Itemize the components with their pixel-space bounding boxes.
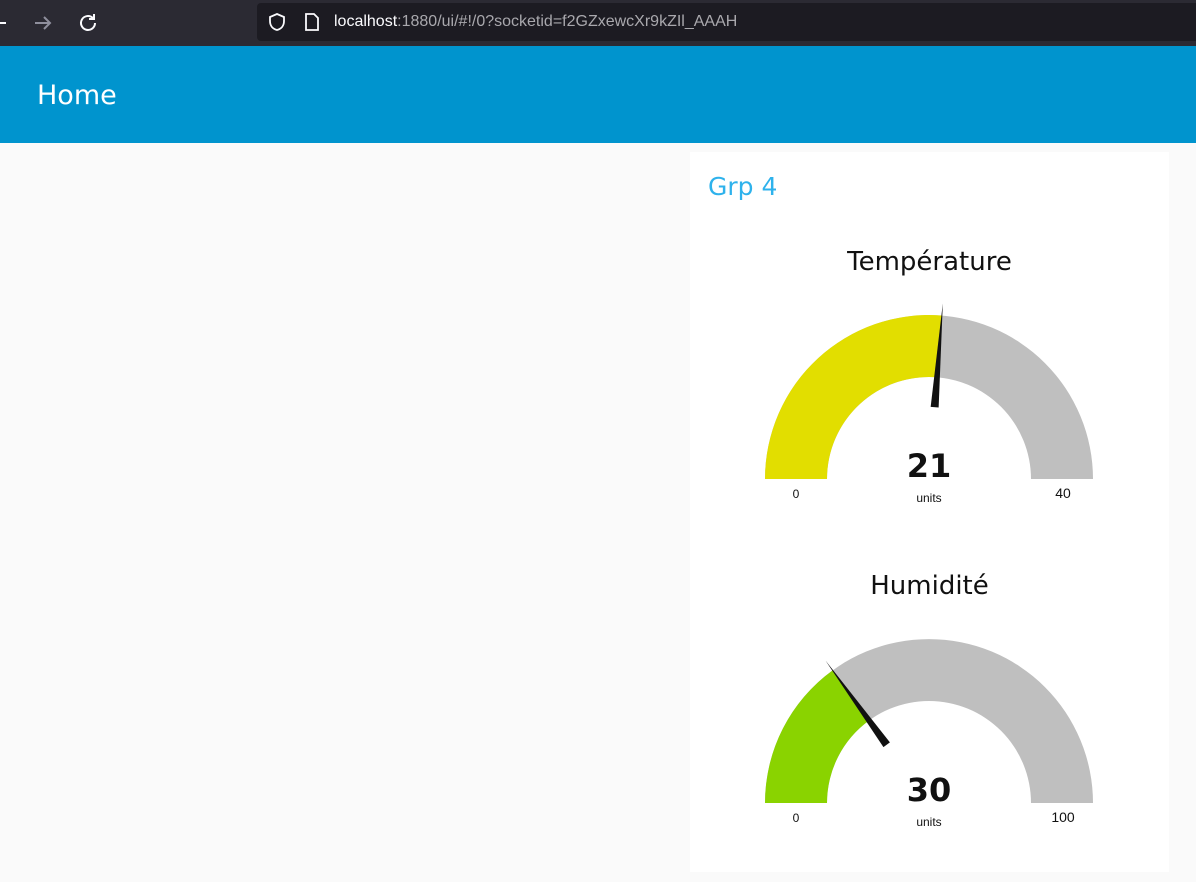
page-icon[interactable] <box>303 12 321 36</box>
gauge-units: units <box>916 491 941 505</box>
gauge-min-label: 0 <box>793 487 800 501</box>
gauge-value: 30 <box>907 771 952 809</box>
address-bar[interactable]: localhost:1880/ui/#!/0?socketid=f2GZxewc… <box>257 3 1196 41</box>
gauge-value: 21 <box>907 447 952 485</box>
gauge-max-label: 100 <box>1051 809 1075 825</box>
url-text[interactable]: localhost:1880/ui/#!/0?socketid=f2GZxewc… <box>334 13 737 31</box>
back-icon[interactable] <box>0 11 10 35</box>
url-path: :1880/ui/#!/0?socketid=f2GZxewcXr9kZIl_A… <box>397 13 738 30</box>
dashboard-header: Home <box>0 46 1196 143</box>
shield-icon[interactable] <box>267 12 287 36</box>
gauge-min-label: 0 <box>793 811 800 825</box>
gauge-temperature: 21 units 0 40 <box>765 303 1093 505</box>
gauge-units: units <box>916 815 941 829</box>
forward-icon[interactable] <box>31 11 55 35</box>
browser-toolbar: localhost:1880/ui/#!/0?socketid=f2GZxewc… <box>0 0 1196 46</box>
gauge-humidity: 30 units 0 100 <box>765 639 1093 829</box>
group-title: Grp 4 <box>708 172 778 201</box>
group-card: Grp 4 Température 21 units 0 40 Humidité… <box>690 152 1169 872</box>
reload-icon[interactable] <box>76 11 100 35</box>
url-host: localhost <box>334 13 398 30</box>
page-title: Home <box>37 80 117 111</box>
gauge-max-label: 40 <box>1055 485 1071 501</box>
